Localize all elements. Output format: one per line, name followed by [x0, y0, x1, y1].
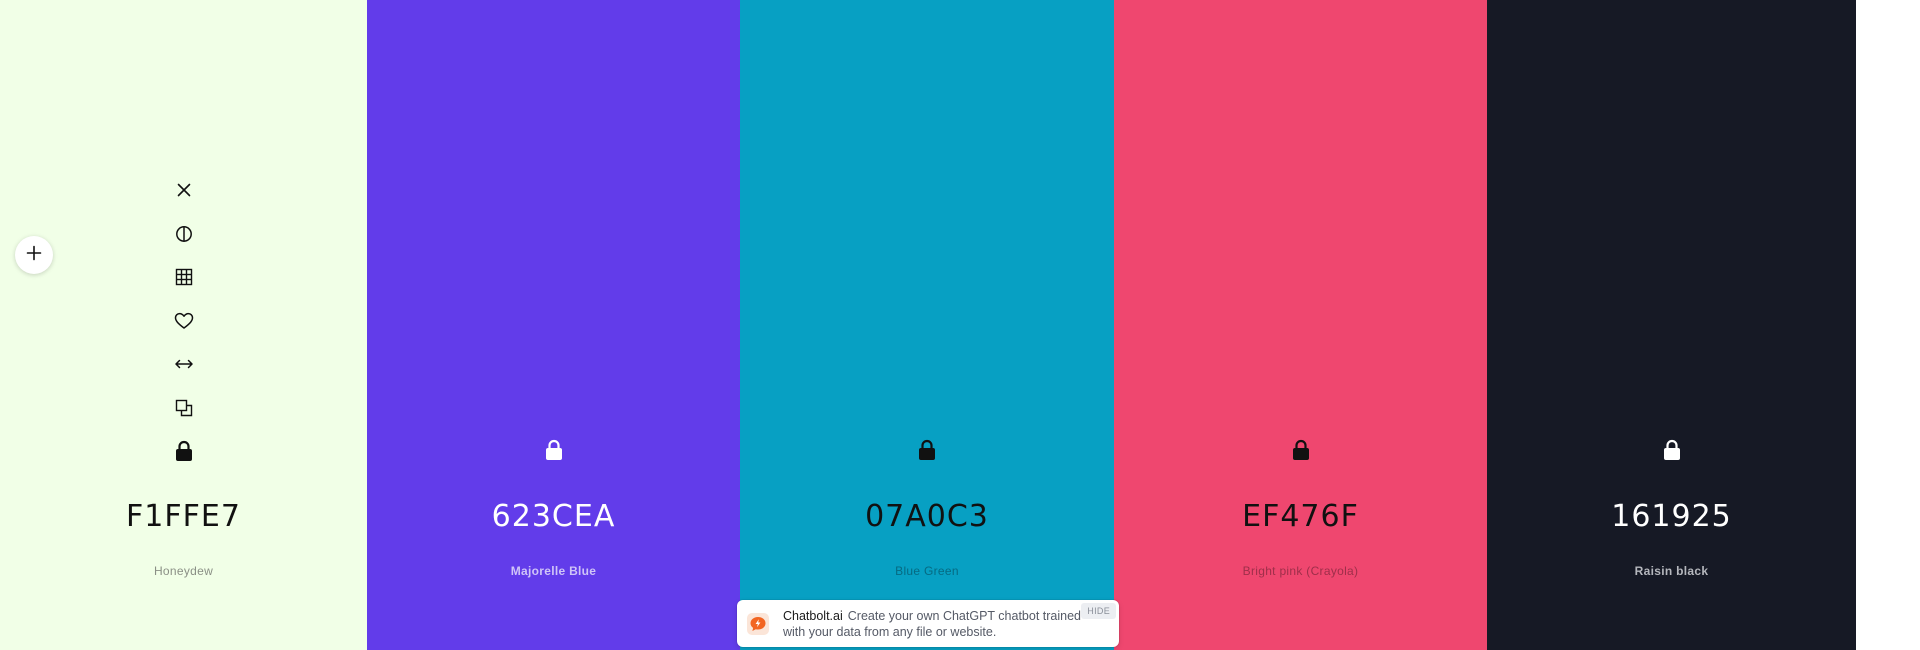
- hide-banner-button[interactable]: HIDE: [1081, 603, 1116, 619]
- color-name: Raisin black: [1634, 564, 1709, 578]
- color-hex-code[interactable]: EF476F: [1114, 502, 1487, 532]
- sponsored-brand: Chatbolt.ai: [783, 609, 843, 623]
- color-name: Bright pink (Crayola): [1242, 564, 1359, 578]
- palette: F1FFE7 Honeydew 623CEA Majorelle Blue 07…: [0, 0, 1866, 650]
- lock-icon[interactable]: [536, 432, 572, 468]
- plus-icon: [26, 245, 42, 266]
- color-hex-code[interactable]: F1FFE7: [0, 502, 367, 532]
- contrast-icon[interactable]: [166, 216, 202, 252]
- add-color-button[interactable]: [15, 236, 53, 274]
- lock-icon[interactable]: [1654, 432, 1690, 468]
- sponsored-text: Chatbolt.ai Create your own ChatGPT chatb…: [783, 608, 1083, 640]
- sponsored-banner[interactable]: Chatbolt.ai Create your own ChatGPT chatb…: [737, 600, 1119, 647]
- color-hex-code[interactable]: 623CEA: [367, 502, 740, 532]
- chat-bolt-logo-icon: [747, 613, 769, 635]
- grid-icon[interactable]: [166, 259, 202, 295]
- copy-icon[interactable]: [166, 390, 202, 426]
- color-name: Majorelle Blue: [510, 564, 597, 578]
- color-hex-code[interactable]: 161925: [1487, 502, 1856, 532]
- color-swatch-bright-pink[interactable]: EF476F Bright pink (Crayola): [1114, 0, 1487, 650]
- color-hex-code[interactable]: 07A0C3: [740, 502, 1114, 532]
- color-swatch-blue-green[interactable]: 07A0C3 Blue Green: [740, 0, 1114, 650]
- swatch-toolbar: [166, 172, 202, 477]
- color-name: Honeydew: [153, 564, 214, 578]
- color-swatch-majorelle-blue[interactable]: 623CEA Majorelle Blue: [367, 0, 740, 650]
- color-swatch-honeydew[interactable]: F1FFE7 Honeydew: [0, 0, 367, 650]
- heart-icon[interactable]: [166, 303, 202, 339]
- lock-icon[interactable]: [166, 433, 202, 469]
- lock-icon[interactable]: [1283, 432, 1319, 468]
- lock-icon[interactable]: [909, 432, 945, 468]
- color-swatch-raisin-black[interactable]: 161925 Raisin black: [1487, 0, 1856, 650]
- close-icon[interactable]: [166, 172, 202, 208]
- color-name: Blue Green: [895, 564, 959, 578]
- arrows-horizontal-icon[interactable]: [166, 346, 202, 382]
